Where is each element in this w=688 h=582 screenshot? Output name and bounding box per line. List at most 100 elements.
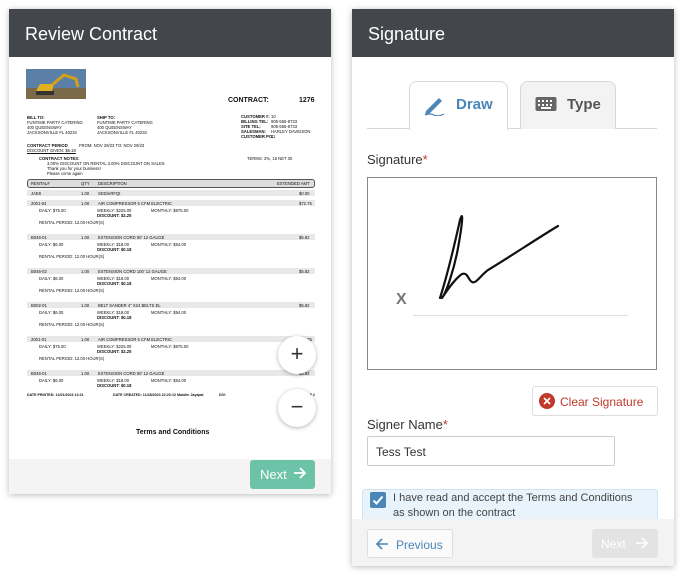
cell-amount: $5.82 <box>299 303 310 308</box>
clear-signature-label: Clear Signature <box>560 395 644 409</box>
signer-name-label: Signer Name* <box>367 417 448 432</box>
pen-icon <box>423 94 447 120</box>
next-button-left[interactable]: Next <box>250 460 315 489</box>
tab-type[interactable]: Type <box>520 81 616 129</box>
table-header <box>27 179 315 188</box>
cell-monthly-rate: MONTHLY: $54.00 <box>151 276 187 281</box>
cell-discount: DISCOUNT: $0.18 <box>97 383 132 388</box>
cell-discount: DISCOUNT: $2.25 <box>97 213 132 218</box>
cell-description: EXTENSION CORD 50' 12 GAUGE <box>98 371 165 376</box>
cell-discount: DISCOUNT: $0.18 <box>97 247 132 252</box>
cell-qty: 1.00 <box>81 303 90 308</box>
info-label: CUSTOMER PO: <box>241 134 274 139</box>
signature-panel: Signature Draw Type Signature* X Clear S… <box>352 9 674 566</box>
cell-rental-period: RENTAL PERIOD: 12.00 HOUR(S) <box>39 322 105 327</box>
col-description: DESCRIPTION <box>98 181 127 186</box>
cell-monthly-rate: MONTHLY: $675.00 <box>151 208 189 213</box>
cell-rental-period: RENTAL PERIOD: 12.00 HOUR(S) <box>39 254 105 259</box>
table-row <box>27 370 315 376</box>
info-value: HARLEY DAVIDSON <box>271 129 311 134</box>
cell-rental-no: B002-01 <box>31 303 47 308</box>
cell-rental-period: RENTAL PERIOD: 12.00 HOUR(S) <box>39 220 105 225</box>
signature-stroke <box>438 215 560 300</box>
cell-monthly-rate: MONTHLY: $54.00 <box>151 242 187 247</box>
cell-qty: 1.00 <box>81 235 90 240</box>
cell-daily-rate: DAILY: $6.00 <box>39 378 64 383</box>
zoom-in-button[interactable]: + <box>278 336 316 374</box>
cell-description: EXTENSION CORD 100' 12 GAUGE <box>98 269 167 274</box>
signature-line <box>413 315 628 316</box>
signature-label-text: Signature <box>367 152 423 167</box>
discount-given: DISCOUNT GIVEN: $6.18 <box>27 148 76 153</box>
cell-amount: $5.82 <box>299 235 310 240</box>
arrow-left-icon <box>375 537 389 554</box>
clear-icon <box>539 393 555 412</box>
signer-name-input[interactable]: Tess Test <box>367 436 615 466</box>
checkbox-checked-icon[interactable] <box>370 492 386 513</box>
cell-rental-period: RENTAL PERIOD: 12.00 HOUR(S) <box>39 288 105 293</box>
contract-number: 1276 <box>299 97 315 104</box>
cell-amount: $5.82 <box>299 269 310 274</box>
tab-type-label: Type <box>567 96 601 113</box>
arrow-right-icon <box>635 536 649 553</box>
clear-signature-button[interactable]: Clear Signature <box>532 386 658 416</box>
ship-to-line: JACKSONVILLE FL 40234 <box>97 130 147 135</box>
previous-button[interactable]: Previous <box>367 529 453 558</box>
previous-label: Previous <box>396 538 443 552</box>
required-mark: * <box>422 152 428 167</box>
cell-description: AIR COMPRESSOR 5 CFM ELECTRIC <box>98 337 172 342</box>
cell-monthly-rate: MONTHLY: $54.00 <box>151 378 187 383</box>
table-row <box>27 302 315 308</box>
next-label: Next <box>260 467 287 482</box>
cell-discount: DISCOUNT: $0.18 <box>97 315 132 320</box>
keyboard-icon <box>535 96 557 116</box>
cell-rental-no: B046-02 <box>31 269 47 274</box>
cell-daily-rate: DAILY: $6.00 <box>39 310 64 315</box>
cell-daily-rate: DAILY: $75.00 <box>39 208 66 213</box>
review-contract-title: Review Contract <box>9 9 331 57</box>
zoom-out-button[interactable]: − <box>278 389 316 427</box>
info-value: 11 <box>271 134 276 139</box>
col-extended-amt: EXTENDED AMT <box>277 181 310 186</box>
cell-description: AIR COMPRESSOR 5 CFM ELECTRIC <box>98 201 172 206</box>
next-label: Next <box>601 537 626 551</box>
arrow-right-icon <box>293 466 307 483</box>
terms-accept-row[interactable]: I have read and accept the Terms and Con… <box>362 489 658 523</box>
terms-and-conditions-heading: Terms and Conditions <box>136 429 210 436</box>
cell-monthly-rate: MONTHLY: $675.00 <box>151 344 189 349</box>
cell-qty: 1.00 <box>81 201 90 206</box>
cell-amount: $0.00 <box>299 191 310 196</box>
review-contract-panel: Review Contract CONTRACT: 1276 BILL TO: … <box>9 9 331 494</box>
signer-name-label-text: Signer Name <box>367 417 443 432</box>
cell-rental-period: RENTAL PERIOD: 12.00 HOUR(S) <box>39 356 105 361</box>
cell-daily-rate: DAILY: $6.00 <box>39 242 64 247</box>
bill-to-line: JACKSONVILLE FL 40234 <box>27 130 77 135</box>
cell-qty: 1.00 <box>81 371 90 376</box>
tab-draw-label: Draw <box>456 96 493 113</box>
cell-rental-no: JAE8 <box>31 191 42 196</box>
cell-discount: DISCOUNT: $0.18 <box>97 281 132 286</box>
signature-x-mark: X <box>396 291 407 308</box>
table-row <box>27 190 315 196</box>
cell-description: SDD/eRFQt <box>98 191 121 196</box>
signature-pad[interactable]: X <box>367 177 657 370</box>
col-qty: QTY <box>81 181 90 186</box>
table-row <box>27 268 315 274</box>
cell-daily-rate: DAILY: $6.00 <box>39 276 64 281</box>
cell-qty: 1.00 <box>81 191 90 196</box>
excavator-logo <box>26 69 86 99</box>
signature-title: Signature <box>352 9 674 57</box>
div-label: DIV: <box>219 393 226 397</box>
cell-qty: 1.00 <box>81 337 90 342</box>
cell-qty: 1.00 <box>81 269 90 274</box>
cell-description: EXTENSION CORD 50' 12 GAUGE <box>98 235 165 240</box>
cell-rental-no: B046-01 <box>31 235 47 240</box>
date-printed: DATE PRINTED: 12/01/2023 13:21 <box>27 393 84 397</box>
next-button-right[interactable]: Next <box>592 529 658 558</box>
contract-note: Please come again <box>47 171 83 176</box>
cell-amount: $72.75 <box>299 201 312 206</box>
contract-label: CONTRACT: <box>228 97 269 104</box>
terms-line-1: I have read and accept the Terms and Con… <box>393 492 633 504</box>
cell-rental-no: 2001-04 <box>31 201 47 206</box>
tab-draw[interactable]: Draw <box>409 81 508 130</box>
